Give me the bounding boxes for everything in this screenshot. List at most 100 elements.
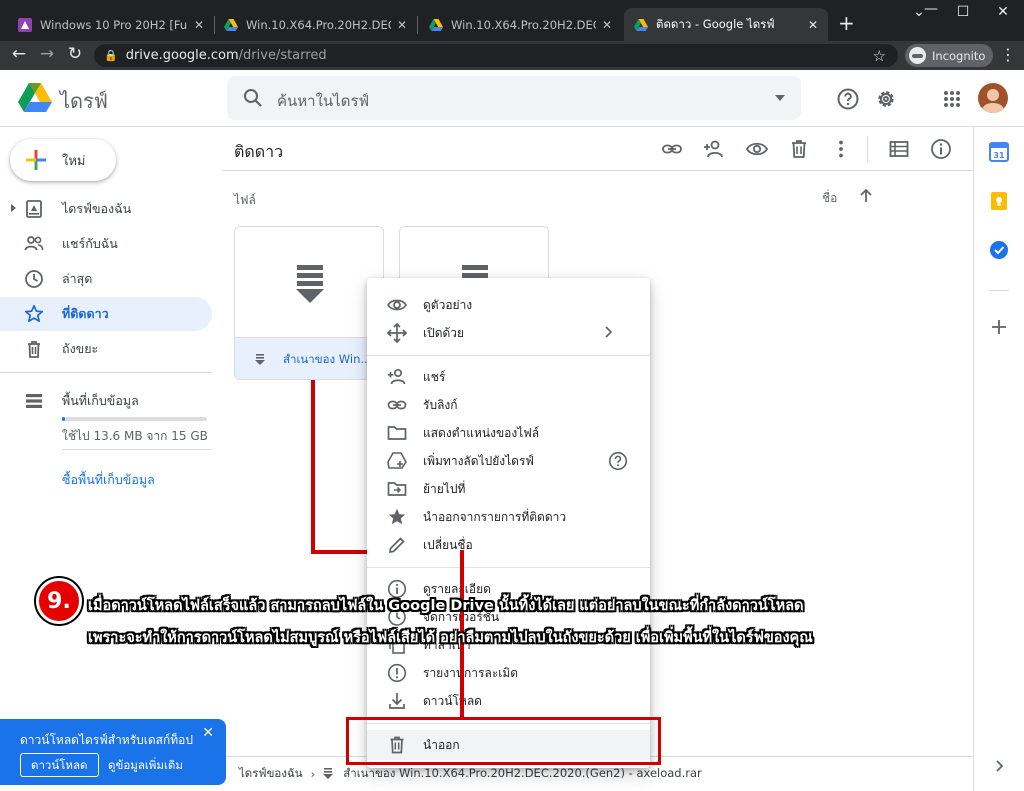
arrow-up-icon[interactable] [857,187,875,205]
move-to-icon [387,482,407,496]
my-drive-icon [26,200,42,218]
add-person-icon[interactable] [703,138,725,160]
colored-plus-icon [26,150,46,170]
menu-item-share[interactable]: แชร์ [367,363,650,391]
search-icon[interactable] [243,88,263,108]
url-input[interactable]: 🔒 drive.google.com /drive/starred ☆ [94,44,898,67]
site-favicon-icon [18,17,32,32]
help-icon[interactable] [836,87,860,111]
sidebar-divider [62,449,212,450]
bookmark-star-icon[interactable]: ☆ [873,47,886,65]
menu-item-label: รายงานการละเมิด [423,665,519,680]
drive-favicon-icon [634,18,648,31]
star-icon [24,304,44,323]
sidebar-item-label: ที่ติดดาว [62,306,109,321]
sidebar-item-recent[interactable]: ล่าสุด [0,262,212,296]
browser-tab[interactable]: Windows 10 Pro 20H2 [Full] ISO ✕ [8,8,214,41]
tab-label: Win.10.X64.Pro.20H2.DEC.2020. [246,17,391,32]
sidebar-item-starred[interactable]: ที่ติดดาว [0,297,212,331]
step-number-badge: 9. [36,578,82,624]
close-tab-icon[interactable]: ✕ [391,18,407,32]
menu-item-remove-star[interactable]: นำออกจากรายการที่ติดดาว [367,503,650,531]
drive-favicon-icon [429,18,443,31]
sort-by-label[interactable]: ชื่อ [822,189,837,208]
file-card-selected[interactable]: สำเนาของ Win.... [234,226,384,380]
annotation-highlight-box [346,717,661,765]
search-input[interactable]: ค้นหาในไดรฟ์ [227,76,801,120]
gear-icon[interactable] [874,87,898,111]
menu-item-rename[interactable]: เปลี่ยนชื่อ [367,531,650,559]
sidebar-item-storage[interactable]: พื้นที่เก็บข้อมูล [0,384,212,418]
menu-item-add-shortcut[interactable]: เพิ่มทางลัดไปยังไดรฟ์ [367,447,650,475]
trash-icon[interactable] [788,138,810,160]
file-thumbnail [235,227,383,337]
menu-item-report-abuse[interactable]: รายงานการละเมิด [367,659,650,687]
forward-icon[interactable]: → [36,44,58,64]
browser-menu-icon[interactable]: ⋮ [1000,45,1016,64]
expand-caret-icon[interactable] [11,204,16,212]
close-tab-icon[interactable]: ✕ [188,18,204,32]
drive-logo-icon[interactable] [18,83,52,113]
close-tab-icon[interactable]: ✕ [802,18,818,32]
eye-icon[interactable] [746,138,768,160]
apps-grid-icon[interactable] [940,87,964,111]
new-tab-icon[interactable]: + [838,11,855,35]
list-view-icon[interactable] [888,138,910,160]
sidebar-item-shared[interactable]: แชร์กับฉัน [0,227,212,261]
close-window-icon[interactable]: ✕ [988,4,1018,20]
menu-item-label: แสดงตำแหน่งของไฟล์ [423,425,540,440]
shared-icon [24,236,44,251]
link-icon[interactable] [661,138,683,160]
menu-item-label: ย้ายไปที่ [423,481,466,496]
menu-item-preview[interactable]: ดูตัวอย่าง [367,291,650,319]
menu-item-get-link[interactable]: รับลิงก์ [367,391,650,419]
keep-icon[interactable] [989,191,1009,211]
maximize-icon[interactable]: ☐ [948,4,978,20]
menu-item-show-location[interactable]: แสดงตำแหน่งของไฟล์ [367,419,650,447]
menu-item-move-to[interactable]: ย้ายไปที่ [367,475,650,503]
avatar[interactable] [978,83,1008,113]
calendar-icon[interactable]: 31 [989,142,1009,162]
chevron-right-icon[interactable] [991,758,1007,774]
menu-item-label: ดาวน์โหลด [423,693,482,708]
link-icon [387,400,407,410]
incognito-label: Incognito [932,48,986,63]
menu-item-open-with[interactable]: เปิดด้วย [367,319,650,347]
new-button[interactable]: ใหม่ [10,139,116,181]
clock-icon [25,270,43,288]
lock-icon: 🔒 [104,49,118,62]
add-addon-icon[interactable] [990,318,1008,336]
learn-more-link[interactable]: ดูข้อมูลเพิ่มเติม [108,757,183,775]
reload-icon[interactable]: ↻ [64,44,86,64]
menu-item-download[interactable]: ดาวน์โหลด [367,687,650,715]
menu-separator [367,355,650,356]
close-tab-icon[interactable]: ✕ [596,18,612,32]
storage-progress-fill [62,417,65,421]
breadcrumb-root[interactable]: ไดรฟ์ของฉัน [239,765,303,783]
info-icon[interactable] [930,138,952,160]
minimize-icon[interactable]: — [916,1,946,17]
back-icon[interactable]: ← [8,44,30,64]
trash-icon [28,341,40,358]
search-options-icon[interactable] [775,95,785,101]
browser-tab-active[interactable]: ติดดาว - Google ไดรฟ์ ✕ [624,8,828,41]
sidebar-item-my-drive[interactable]: ไดรฟ์ของฉัน [0,192,212,226]
incognito-badge[interactable]: Incognito [905,44,994,67]
address-bar: ← → ↻ 🔒 drive.google.com /drive/starred … [0,41,1024,70]
tab-separator [417,16,418,34]
browser-tab[interactable]: Win.10.X64.Pro.20H2.DEC.2020. ✕ [214,8,417,41]
tab-label: Win.10.X64.Pro.20H2.DEC.2020. [451,17,596,32]
menu-item-label: แชร์ [423,369,446,384]
sidebar-item-trash[interactable]: ถังขยะ [0,332,212,366]
more-vert-icon[interactable] [830,138,852,160]
close-icon[interactable]: ✕ [202,725,214,741]
url-host: drive.google.com [125,48,239,63]
drive-brand: ไดรฟ์ [60,89,108,113]
browser-tab[interactable]: Win.10.X64.Pro.20H2.DEC.2020. ✕ [419,8,622,41]
tab-label: Windows 10 Pro 20H2 [Full] ISO [40,17,188,32]
help-icon[interactable] [608,451,628,471]
add-person-icon [387,368,406,385]
tasks-icon[interactable] [989,240,1009,260]
download-app-button[interactable]: ดาวน์โหลด [20,753,99,777]
buy-storage-link[interactable]: ซื้อพื้นที่เก็บข้อมูล [62,470,155,490]
